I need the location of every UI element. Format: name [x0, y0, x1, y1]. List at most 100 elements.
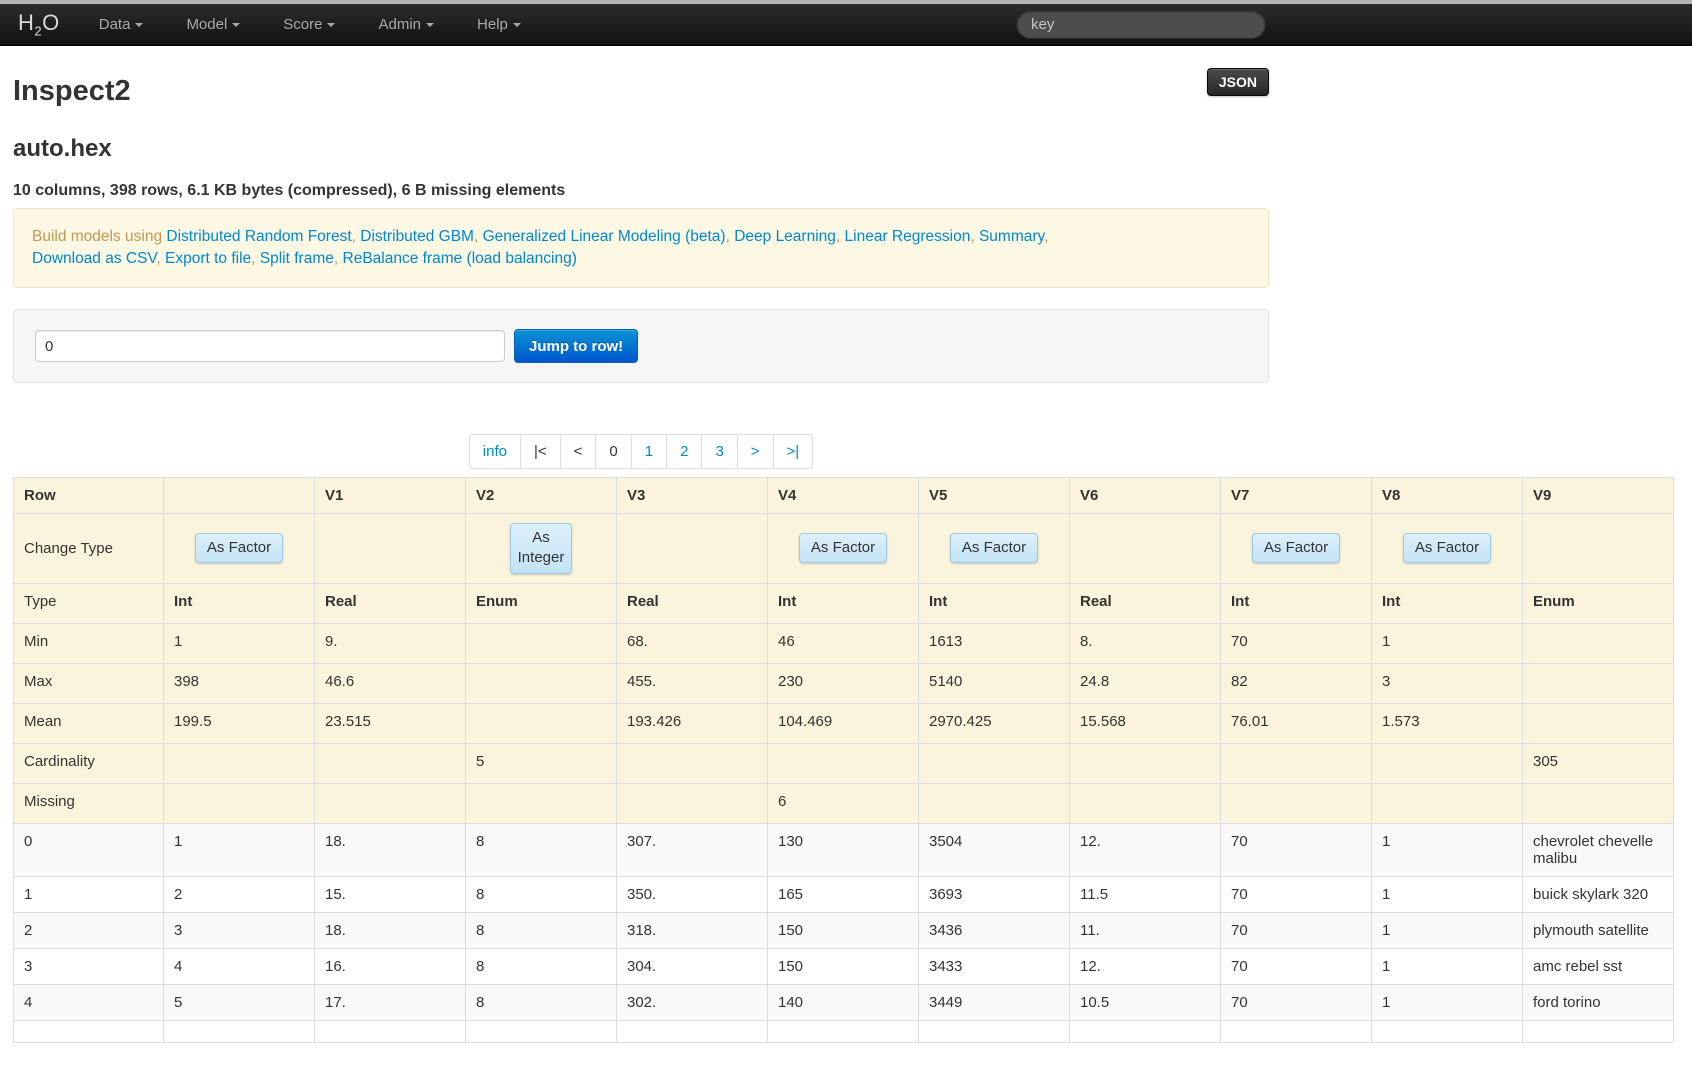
stat-value: 5: [465, 742, 617, 784]
pagination-info[interactable]: info: [468, 434, 521, 469]
stat-value: [465, 622, 617, 664]
column-header-V6: V6: [1069, 477, 1221, 514]
build-link[interactable]: Linear Regression: [845, 228, 971, 245]
json-button[interactable]: JSON: [1206, 68, 1269, 96]
change-type-cell: As Factor: [767, 513, 919, 584]
nav-item-data[interactable]: Data: [84, 4, 159, 45]
change-type-row: Change Type As Factor As Integer As Factor A…: [13, 513, 1674, 584]
table-cell: [1522, 1019, 1674, 1043]
table-cell: 11.5: [1069, 875, 1221, 913]
stat-value: [918, 782, 1070, 824]
stat-value: 199.5: [163, 702, 315, 744]
table-cell: 302.: [616, 983, 768, 1021]
build-link[interactable]: Deep Learning: [734, 228, 836, 245]
as-factor-button[interactable]: As Factor: [1402, 533, 1492, 564]
table-cell: 1: [1371, 911, 1523, 949]
stat-value: [465, 662, 617, 704]
as-factor-button[interactable]: As Factor: [798, 533, 888, 564]
navbar: H2O Data Model Score Admin Help: [0, 4, 1692, 46]
h2o-logo: H2O: [18, 10, 60, 39]
change-type-label: Change Type: [13, 513, 164, 584]
stat-value: [1522, 662, 1674, 704]
stat-value: [1371, 742, 1523, 784]
stat-value: 104.469: [767, 702, 919, 744]
stat-value: 68.: [616, 622, 768, 664]
stat-value: Int: [163, 582, 315, 624]
build-models-alert: Build models using Distributed Random Fo…: [13, 208, 1269, 288]
nav-item-score[interactable]: Score: [268, 4, 350, 45]
change-type-cell: [314, 513, 466, 584]
stat-value: 70: [1220, 622, 1372, 664]
jump-row-well: Jump to row!: [13, 309, 1269, 383]
pagination-page-1[interactable]: 1: [631, 434, 668, 469]
stat-value: 24.8: [1069, 662, 1221, 704]
as-factor-button[interactable]: As Factor: [949, 533, 1039, 564]
stat-value: [616, 782, 768, 824]
stat-value: 1: [163, 622, 315, 664]
build-link[interactable]: Download as CSV: [32, 250, 156, 267]
stat-value: 23.515: [314, 702, 466, 744]
nav-item-model[interactable]: Model: [171, 4, 255, 45]
as-factor-button[interactable]: As Factor: [194, 533, 284, 564]
stat-row-type: Type Int Real Enum Real Int Int Real Int Int Enum: [13, 582, 1674, 624]
link-separator: ,: [333, 250, 343, 267]
stat-value: [767, 742, 919, 784]
stat-value: 230: [767, 662, 919, 704]
as-integer-button[interactable]: As Integer: [510, 523, 572, 574]
table-cell: 350.: [616, 875, 768, 913]
as-factor-button[interactable]: As Factor: [1251, 533, 1341, 564]
column-header-row-label: Row: [13, 477, 164, 514]
stat-value: [616, 742, 768, 784]
stat-row-cardinality: Cardinality 5 305: [13, 742, 1674, 784]
table-cell: 2: [13, 911, 164, 949]
stat-value: [1522, 622, 1674, 664]
table-cell: 70: [1220, 875, 1372, 913]
table-cell: 304.: [616, 947, 768, 985]
stat-value: 1.573: [1371, 702, 1523, 744]
build-link[interactable]: Export to file: [165, 250, 251, 267]
table-cell: 15.: [314, 875, 466, 913]
build-link[interactable]: Split frame: [260, 250, 334, 267]
chevron-down-icon: [327, 23, 336, 28]
pager-wrap: info |< <0 1 2 3 > >|: [13, 434, 1269, 469]
stat-value: [1069, 782, 1221, 824]
build-link[interactable]: Distributed GBM: [360, 228, 474, 245]
pagination-page-3[interactable]: 3: [702, 434, 738, 469]
link-separator: ,: [970, 228, 979, 245]
link-separator: ,: [1044, 228, 1049, 245]
table-row-partial: [13, 1019, 1674, 1043]
pagination-next[interactable]: >: [737, 434, 774, 469]
build-link[interactable]: Summary: [979, 228, 1044, 245]
jump-row-input[interactable]: [35, 330, 505, 362]
build-link[interactable]: Distributed Random Forest: [166, 228, 351, 245]
stat-value: Real: [314, 582, 466, 624]
link-separator: ,: [351, 228, 361, 245]
change-type-cell: As Factor: [1371, 513, 1523, 584]
nav-item-admin[interactable]: Admin: [363, 4, 449, 45]
build-link[interactable]: ReBalance frame (load balancing): [343, 250, 577, 267]
pagination-page-0[interactable]: 0: [596, 434, 632, 469]
stat-value: 193.426: [616, 702, 768, 744]
table-cell: 12.: [1069, 822, 1221, 877]
nav-item-help[interactable]: Help: [462, 4, 536, 45]
pagination-last[interactable]: >|: [773, 434, 814, 469]
change-type-cell: As Integer: [465, 513, 617, 584]
build-links: Build models using Distributed Random Fo…: [32, 226, 1077, 270]
jump-to-row-button[interactable]: Jump to row!: [514, 329, 639, 363]
table-cell: 1: [1371, 983, 1523, 1021]
build-link[interactable]: Generalized Linear Modeling (beta): [483, 228, 726, 245]
search-input[interactable]: [1016, 10, 1266, 39]
table-cell: 3693: [918, 875, 1070, 913]
table-row: 0 1 18. 8 307. 130 3504 12. 70 1 chevrolet chevell…: [13, 822, 1674, 877]
build-models-prefix: Build models using: [32, 228, 167, 245]
table-cell: 1: [1371, 822, 1523, 877]
table-cell: [616, 1019, 768, 1043]
table-row: 2 3 18. 8 318. 150 3436 11. 70 1 plymouth satellit…: [13, 911, 1674, 949]
table-cell: 0: [13, 822, 164, 877]
chevron-down-icon: [512, 23, 521, 28]
pagination-page-2[interactable]: 2: [667, 434, 703, 469]
stat-value: Int: [1220, 582, 1372, 624]
stat-row-mean: Mean 199.5 23.515 193.426 104.469 2970.425 15.…: [13, 702, 1674, 744]
stat-value: [1220, 782, 1372, 824]
stat-label: Mean: [13, 702, 164, 744]
